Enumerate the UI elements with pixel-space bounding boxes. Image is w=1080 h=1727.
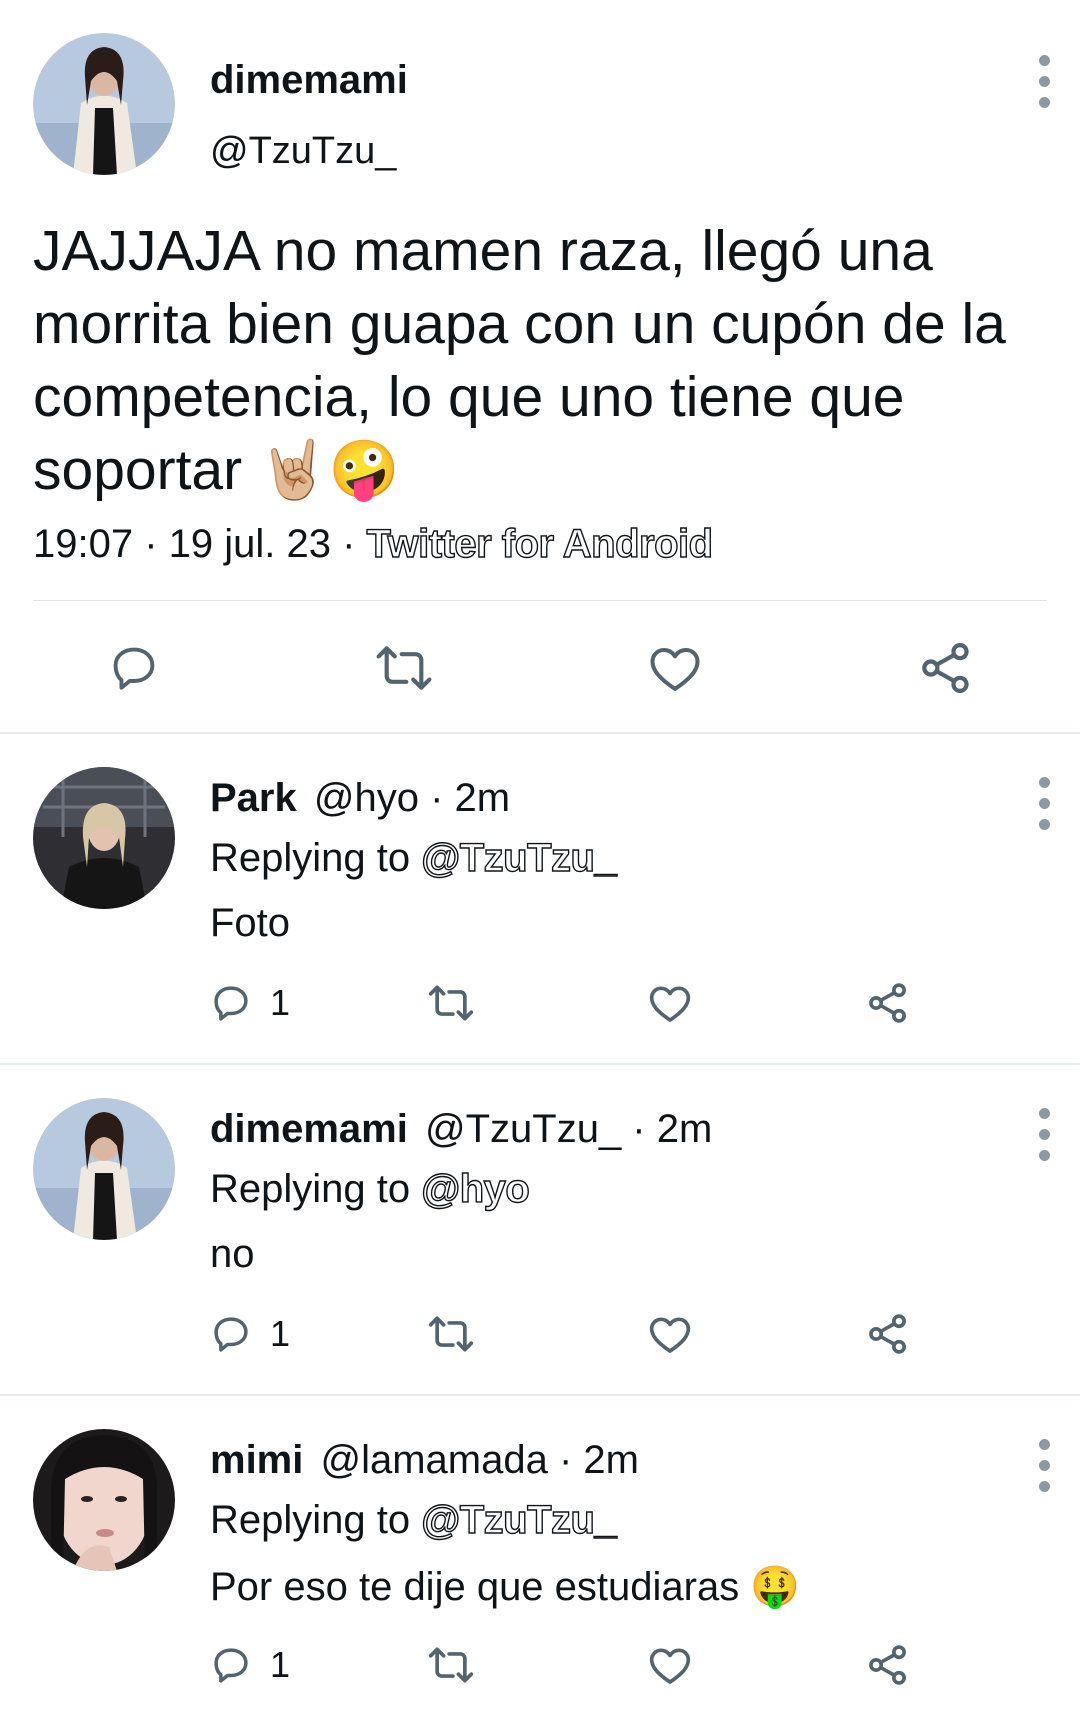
main-like-button[interactable]	[648, 642, 702, 694]
tweet-time: 19:07 · 19 jul. 23 ·	[33, 522, 367, 566]
reply-text: Por eso te dije que estudiaras 🤑	[210, 1565, 801, 1609]
tweet-body: JAJJAJA no mamen raza, llegó una morrita…	[33, 219, 1006, 502]
more-icon[interactable]	[1036, 1439, 1052, 1492]
share-icon	[869, 1645, 906, 1685]
replying-to-label: Replying to	[210, 836, 422, 880]
section-divider	[0, 732, 1080, 734]
reply-count: 1	[270, 1313, 291, 1354]
replying-to-link[interactable]: @TzuTzu_	[421, 835, 618, 880]
stats-divider	[33, 600, 1047, 601]
like-icon	[649, 986, 691, 1022]
tweet-source[interactable]: Twitter for Android	[366, 521, 714, 566]
retweet-icon	[428, 985, 474, 1021]
reply-icon	[113, 647, 155, 690]
author-handle[interactable]: @TzuTzu_	[210, 130, 396, 173]
reply-icon	[214, 986, 248, 1021]
avatar-park[interactable]	[33, 767, 175, 909]
section-divider	[0, 1394, 1080, 1396]
more-icon[interactable]	[1036, 777, 1052, 830]
reply-header: Park @hyo · 2m	[210, 776, 510, 821]
reply-button[interactable]: 1	[210, 982, 290, 1024]
more-icon[interactable]	[1036, 1108, 1052, 1161]
retweet-icon	[428, 1647, 474, 1683]
share-icon	[869, 1314, 906, 1354]
replying-to-link[interactable]: @hyo	[421, 1166, 531, 1211]
retweet-button[interactable]	[427, 982, 475, 1024]
retweet-button[interactable]	[427, 1313, 475, 1355]
reply-count: 1	[270, 1644, 291, 1685]
reply-icon	[214, 1317, 248, 1352]
avatar-dimemami[interactable]	[33, 33, 175, 175]
share-button[interactable]	[866, 1312, 910, 1356]
replying-to-label: Replying to	[210, 1167, 422, 1211]
like-icon	[649, 1317, 691, 1353]
share-icon	[869, 983, 906, 1023]
retweet-button[interactable]	[427, 1644, 475, 1686]
reply-icon	[214, 1648, 248, 1683]
replying-to-line: Replying to @hyo	[210, 1166, 531, 1212]
section-divider	[0, 1063, 1080, 1065]
share-button[interactable]	[866, 981, 910, 1025]
like-icon	[650, 647, 700, 691]
like-icon	[649, 1648, 691, 1684]
retweet-icon	[428, 1316, 474, 1352]
reply-count: 1	[270, 982, 291, 1023]
reply-display-name[interactable]: mimi	[210, 1438, 303, 1482]
share-button[interactable]	[866, 1643, 910, 1687]
tweet-timestamp-line: 19:07 · 19 jul. 23 · Twitter for Android	[33, 521, 714, 567]
reply-meta[interactable]: @lamamada · 2m	[320, 1438, 638, 1482]
share-icon	[922, 643, 969, 693]
more-icon[interactable]	[1036, 55, 1052, 108]
tweet-emojis: 🤘🏼🤪	[257, 437, 400, 503]
reply-header: dimemami @TzuTzu_ · 2m	[210, 1107, 712, 1152]
reply-display-name[interactable]: Park	[210, 776, 297, 820]
tweet-text: JAJJAJA no mamen raza, llegó una morrita…	[33, 215, 1043, 507]
like-button[interactable]	[648, 1644, 692, 1686]
main-reply-button[interactable]	[108, 642, 160, 694]
reply-text: no	[210, 1232, 255, 1276]
main-share-button[interactable]	[918, 640, 974, 696]
reply-button[interactable]: 1	[210, 1644, 290, 1686]
avatar-dimemami[interactable]	[33, 1098, 175, 1240]
like-button[interactable]	[648, 982, 692, 1024]
avatar-mimi[interactable]	[33, 1429, 175, 1571]
replying-to-line: Replying to @TzuTzu_	[210, 835, 618, 881]
like-button[interactable]	[648, 1313, 692, 1355]
retweet-icon	[376, 646, 432, 690]
replying-to-line: Replying to @TzuTzu_	[210, 1497, 618, 1543]
reply-display-name[interactable]: dimemami	[210, 1107, 408, 1151]
replying-to-label: Replying to	[210, 1498, 422, 1542]
reply-meta[interactable]: @hyo · 2m	[314, 776, 510, 820]
reply-meta[interactable]: @TzuTzu_ · 2m	[425, 1107, 712, 1151]
replying-to-link[interactable]: @TzuTzu_	[421, 1497, 618, 1542]
main-retweet-button[interactable]	[374, 642, 434, 694]
reply-header: mimi @lamamada · 2m	[210, 1438, 639, 1483]
author-display-name[interactable]: dimemami	[210, 58, 408, 103]
reply-text: Foto	[210, 901, 291, 945]
reply-button[interactable]: 1	[210, 1313, 290, 1355]
